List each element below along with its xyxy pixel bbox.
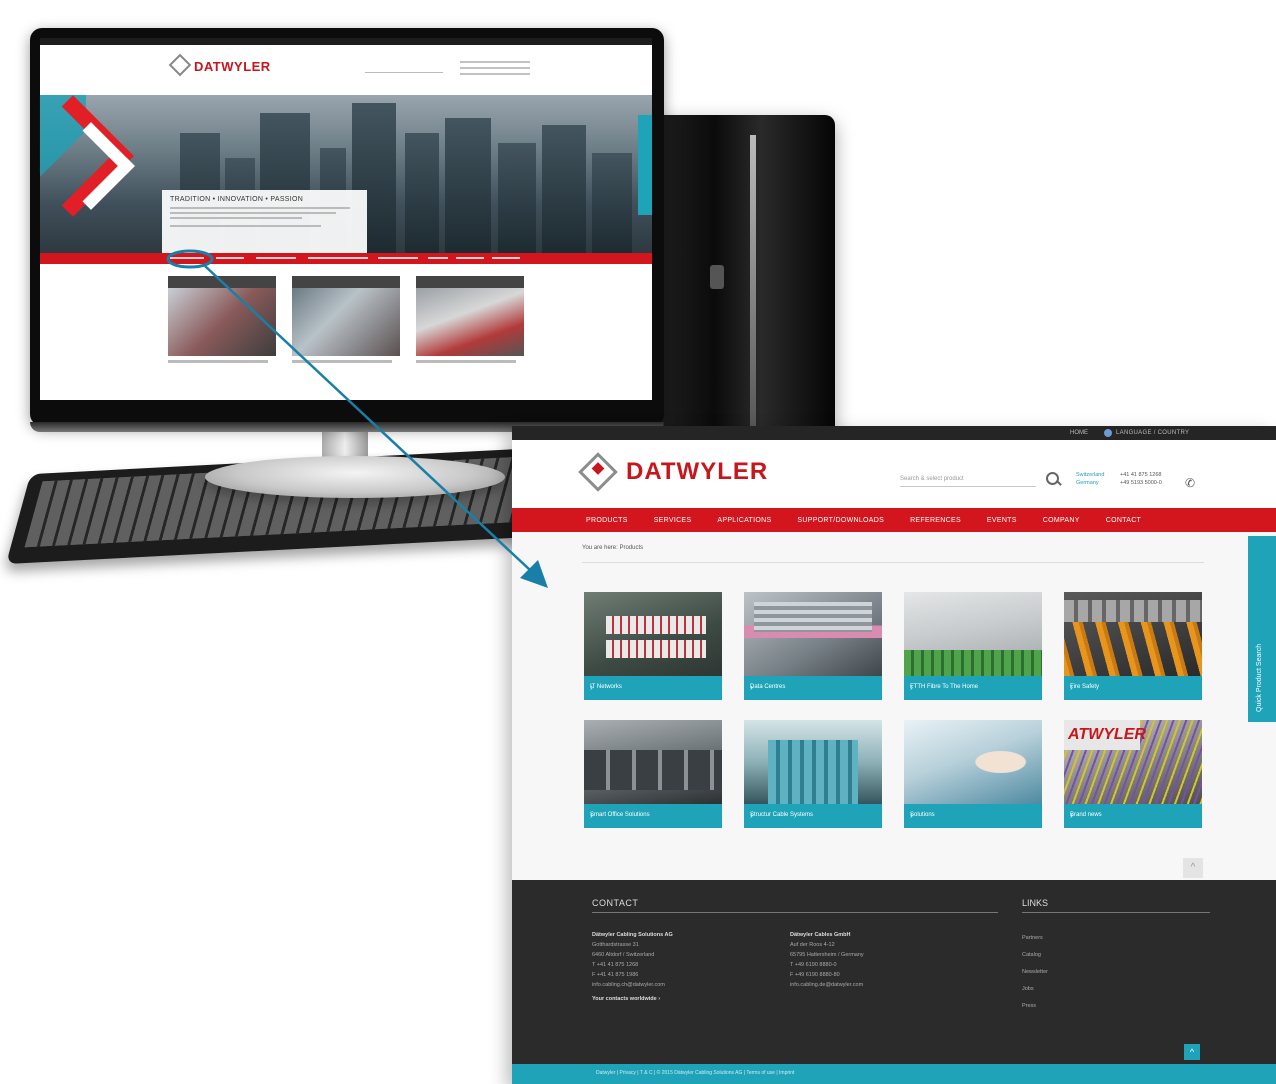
- footer-email-link[interactable]: info.cabling.ch@datwyler.com: [592, 982, 665, 988]
- mini-content: [40, 264, 652, 400]
- mini-tagline-box: TRADITION • INNOVATION • PASSION: [162, 190, 367, 253]
- product-tile[interactable]: Smart Office Solutions ›: [584, 720, 722, 830]
- search-input[interactable]: Search & select product: [900, 472, 1036, 487]
- footer-divider: [1022, 912, 1210, 913]
- mini-nav: [40, 253, 652, 264]
- top-utility-bar: HOME LANGUAGE / COUNTRY: [512, 426, 1276, 440]
- chevron-right-icon: ›: [910, 810, 913, 820]
- footer-link-press[interactable]: Press: [1022, 998, 1048, 1015]
- breadcrumb: You are here: Products: [582, 545, 644, 551]
- nav-item-company[interactable]: COMPANY: [1043, 517, 1080, 524]
- mini-hero-banner: TRADITION • INNOVATION • PASSION: [40, 95, 652, 253]
- pc-tower: [650, 115, 835, 445]
- nav-item-support-downloads[interactable]: SUPPORT/DOWNLOADS: [797, 517, 884, 524]
- chevron-right-icon: ›: [590, 810, 593, 820]
- nav-item-references[interactable]: REFERENCES: [910, 517, 961, 524]
- products-page: HOME LANGUAGE / COUNTRY DATWYLER Search …: [512, 426, 1276, 1084]
- main-nav: PRODUCTS SERVICES APPLICATIONS SUPPORT/D…: [512, 508, 1276, 532]
- mini-card: [292, 276, 400, 363]
- product-image: [1064, 592, 1202, 676]
- product-tile[interactable]: FTTH Fibre To The Home ›: [904, 592, 1042, 702]
- phone-icon: ✆: [1185, 476, 1196, 490]
- footer-email-link[interactable]: info.cabling.de@datwyler.com: [790, 982, 863, 988]
- nav-item-contact[interactable]: CONTACT: [1106, 517, 1141, 524]
- footer-contact-title: CONTACT: [592, 898, 639, 908]
- globe-icon: [1104, 429, 1112, 437]
- breadcrumb-divider: [582, 562, 1204, 563]
- legal-bar: Datwyler | Privacy | T & C | © 2015 Dätw…: [512, 1064, 1276, 1084]
- footer-divider: [592, 912, 998, 913]
- product-tile[interactable]: Fire Safety ›: [1064, 592, 1202, 702]
- product-image: [904, 592, 1042, 676]
- site-header: DATWYLER Search & select product Switzer…: [512, 440, 1276, 508]
- tower-power-button: [710, 265, 724, 289]
- logo-wordmark: DATWYLER: [626, 458, 769, 485]
- chevron-right-icon: ›: [1070, 682, 1073, 692]
- product-tile[interactable]: Solutions ›: [904, 720, 1042, 830]
- mini-search: [365, 63, 443, 73]
- product-image: [904, 720, 1042, 804]
- site-footer: CONTACT LINKS Dätwyler Cabling Solutions…: [512, 880, 1276, 1064]
- legal-text: Datwyler | Privacy | T & C | © 2015 Dätw…: [596, 1070, 795, 1076]
- mini-tagline: TRADITION • INNOVATION • PASSION: [170, 196, 304, 203]
- chevron-right-icon: ›: [1070, 810, 1073, 820]
- footer-link-jobs[interactable]: Jobs: [1022, 981, 1048, 998]
- product-image: [744, 592, 882, 676]
- monitor: DATWYLER TRADITION • INNOVATION • PASSIO…: [30, 28, 664, 432]
- product-tile[interactable]: IT Networks ›: [584, 592, 722, 702]
- chevron-right-icon: ›: [910, 682, 913, 692]
- chevron-up-icon[interactable]: ^: [1183, 858, 1203, 878]
- footer-link-newsletter[interactable]: Newsletter: [1022, 964, 1048, 981]
- home-link[interactable]: HOME: [1070, 430, 1088, 436]
- product-tile[interactable]: Data Centres ›: [744, 592, 882, 702]
- chevron-right-icon: ›: [750, 810, 753, 820]
- nav-item-events[interactable]: EVENTS: [987, 517, 1017, 524]
- footer-links-title: LINKS: [1022, 898, 1049, 908]
- datwyler-logo[interactable]: DATWYLER: [578, 452, 769, 492]
- phone-contacts: Switzerland +41 41 875 1268 Germany +49 51…: [1076, 472, 1162, 486]
- product-image: [584, 592, 722, 676]
- mini-card: [416, 276, 524, 363]
- logo-mark-icon: [578, 452, 618, 492]
- footer-address-switzerland: Dätwyler Cabling Solutions AG Gotthardst…: [592, 932, 673, 1004]
- nav-item-services[interactable]: SERVICES: [654, 517, 692, 524]
- quick-product-search-tab[interactable]: Quick Product Search: [1248, 536, 1276, 722]
- footer-link-partners[interactable]: Partners: [1022, 930, 1048, 947]
- language-country-link[interactable]: LANGUAGE / COUNTRY: [1116, 430, 1189, 436]
- tower-accent-strip: [750, 135, 756, 435]
- product-tile[interactable]: ATWYLER Brand news ›: [1064, 720, 1202, 830]
- product-image: ATWYLER: [1064, 720, 1202, 804]
- mini-quick-search-tab: [638, 115, 652, 215]
- monitor-screen: DATWYLER TRADITION • INNOVATION • PASSIO…: [40, 38, 652, 400]
- footer-link-catalog[interactable]: Catalog: [1022, 947, 1048, 964]
- mini-logo: DATWYLER: [168, 53, 271, 77]
- mini-phone: [460, 61, 530, 75]
- footer-links-list: Partners Catalog Newsletter Jobs Press: [1022, 930, 1048, 1015]
- product-image: [744, 720, 882, 804]
- chevron-right-icon: ›: [590, 682, 593, 692]
- product-tile[interactable]: Structur Cable Systems ›: [744, 720, 882, 830]
- nav-item-applications[interactable]: APPLICATIONS: [717, 517, 771, 524]
- mini-card: [168, 276, 276, 363]
- chevron-right-icon: ›: [750, 682, 753, 692]
- product-image: [584, 720, 722, 804]
- contacts-worldwide-link[interactable]: Your contacts worldwide ›: [592, 994, 660, 1004]
- footer-address-germany: Dätwyler Cables GmbH Auf der Roos 4-12 6…: [790, 932, 864, 988]
- mini-topbar: [40, 38, 652, 45]
- back-to-top-icon[interactable]: ^: [1184, 1044, 1200, 1060]
- search-icon[interactable]: [1044, 470, 1062, 488]
- nav-item-products[interactable]: PRODUCTS: [586, 517, 628, 524]
- mini-header: DATWYLER: [40, 45, 652, 95]
- monitor-stand-base: [205, 456, 505, 498]
